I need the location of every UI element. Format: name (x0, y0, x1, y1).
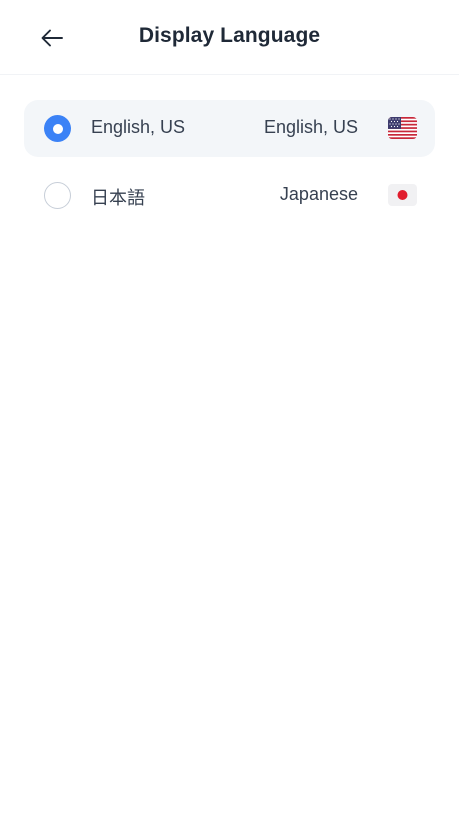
language-native-name: 日本語 (91, 188, 145, 208)
radio-button-selected[interactable] (44, 115, 71, 142)
app-header: Display Language (0, 0, 459, 75)
page-title: Display Language (138, 24, 321, 47)
language-english-name: Japanese (279, 184, 358, 204)
language-option-english-us[interactable]: English, US English, US (24, 100, 435, 157)
language-list: English, US English, US 日本語 Japanese (24, 100, 435, 234)
language-native-name: English, US (91, 117, 186, 137)
radio-button-unselected[interactable] (44, 182, 71, 209)
language-english-name: English, US (263, 117, 358, 137)
language-option-japanese[interactable]: 日本語 Japanese (24, 167, 435, 224)
japan-flag-icon (388, 184, 417, 206)
us-flag-icon (388, 117, 417, 139)
